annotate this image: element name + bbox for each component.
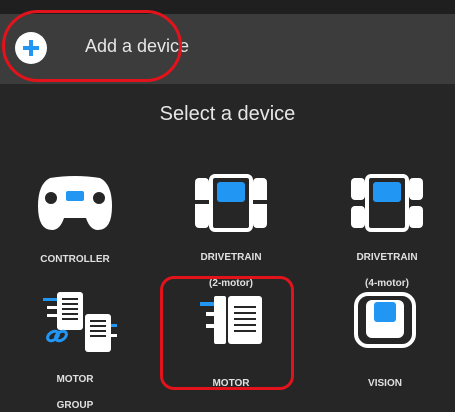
device-label: CONTROLLER bbox=[40, 254, 110, 265]
annotation-box-motor bbox=[160, 276, 294, 390]
drivetrain-2-motor-icon bbox=[195, 174, 267, 232]
vision-sensor-icon bbox=[354, 292, 416, 348]
device-tile-vision[interactable]: VISION bbox=[320, 290, 450, 390]
controller-icon bbox=[38, 176, 112, 230]
device-tile-controller[interactable]: CONTROLLER bbox=[10, 172, 140, 266]
device-sublabel: GROUP bbox=[56, 400, 94, 411]
device-sublabel: (4-motor) bbox=[365, 278, 409, 289]
motor-group-icon bbox=[43, 292, 117, 352]
device-label: DRIVETRAIN bbox=[200, 252, 262, 263]
device-label: VISION bbox=[368, 378, 402, 389]
device-tile-drivetrain-4-motor[interactable]: DRIVETRAIN (4-motor) bbox=[322, 174, 452, 290]
annotation-circle-add-device bbox=[2, 10, 182, 82]
device-label: DRIVETRAIN bbox=[356, 252, 418, 263]
device-label: MOTOR bbox=[56, 374, 94, 385]
section-title: Select a device bbox=[159, 103, 296, 125]
drivetrain-4-motor-icon bbox=[351, 174, 423, 232]
device-tile-drivetrain-2-motor[interactable]: DRIVETRAIN (2-motor) bbox=[166, 174, 296, 290]
device-tile-motor-group[interactable]: MOTOR GROUP bbox=[10, 288, 140, 412]
